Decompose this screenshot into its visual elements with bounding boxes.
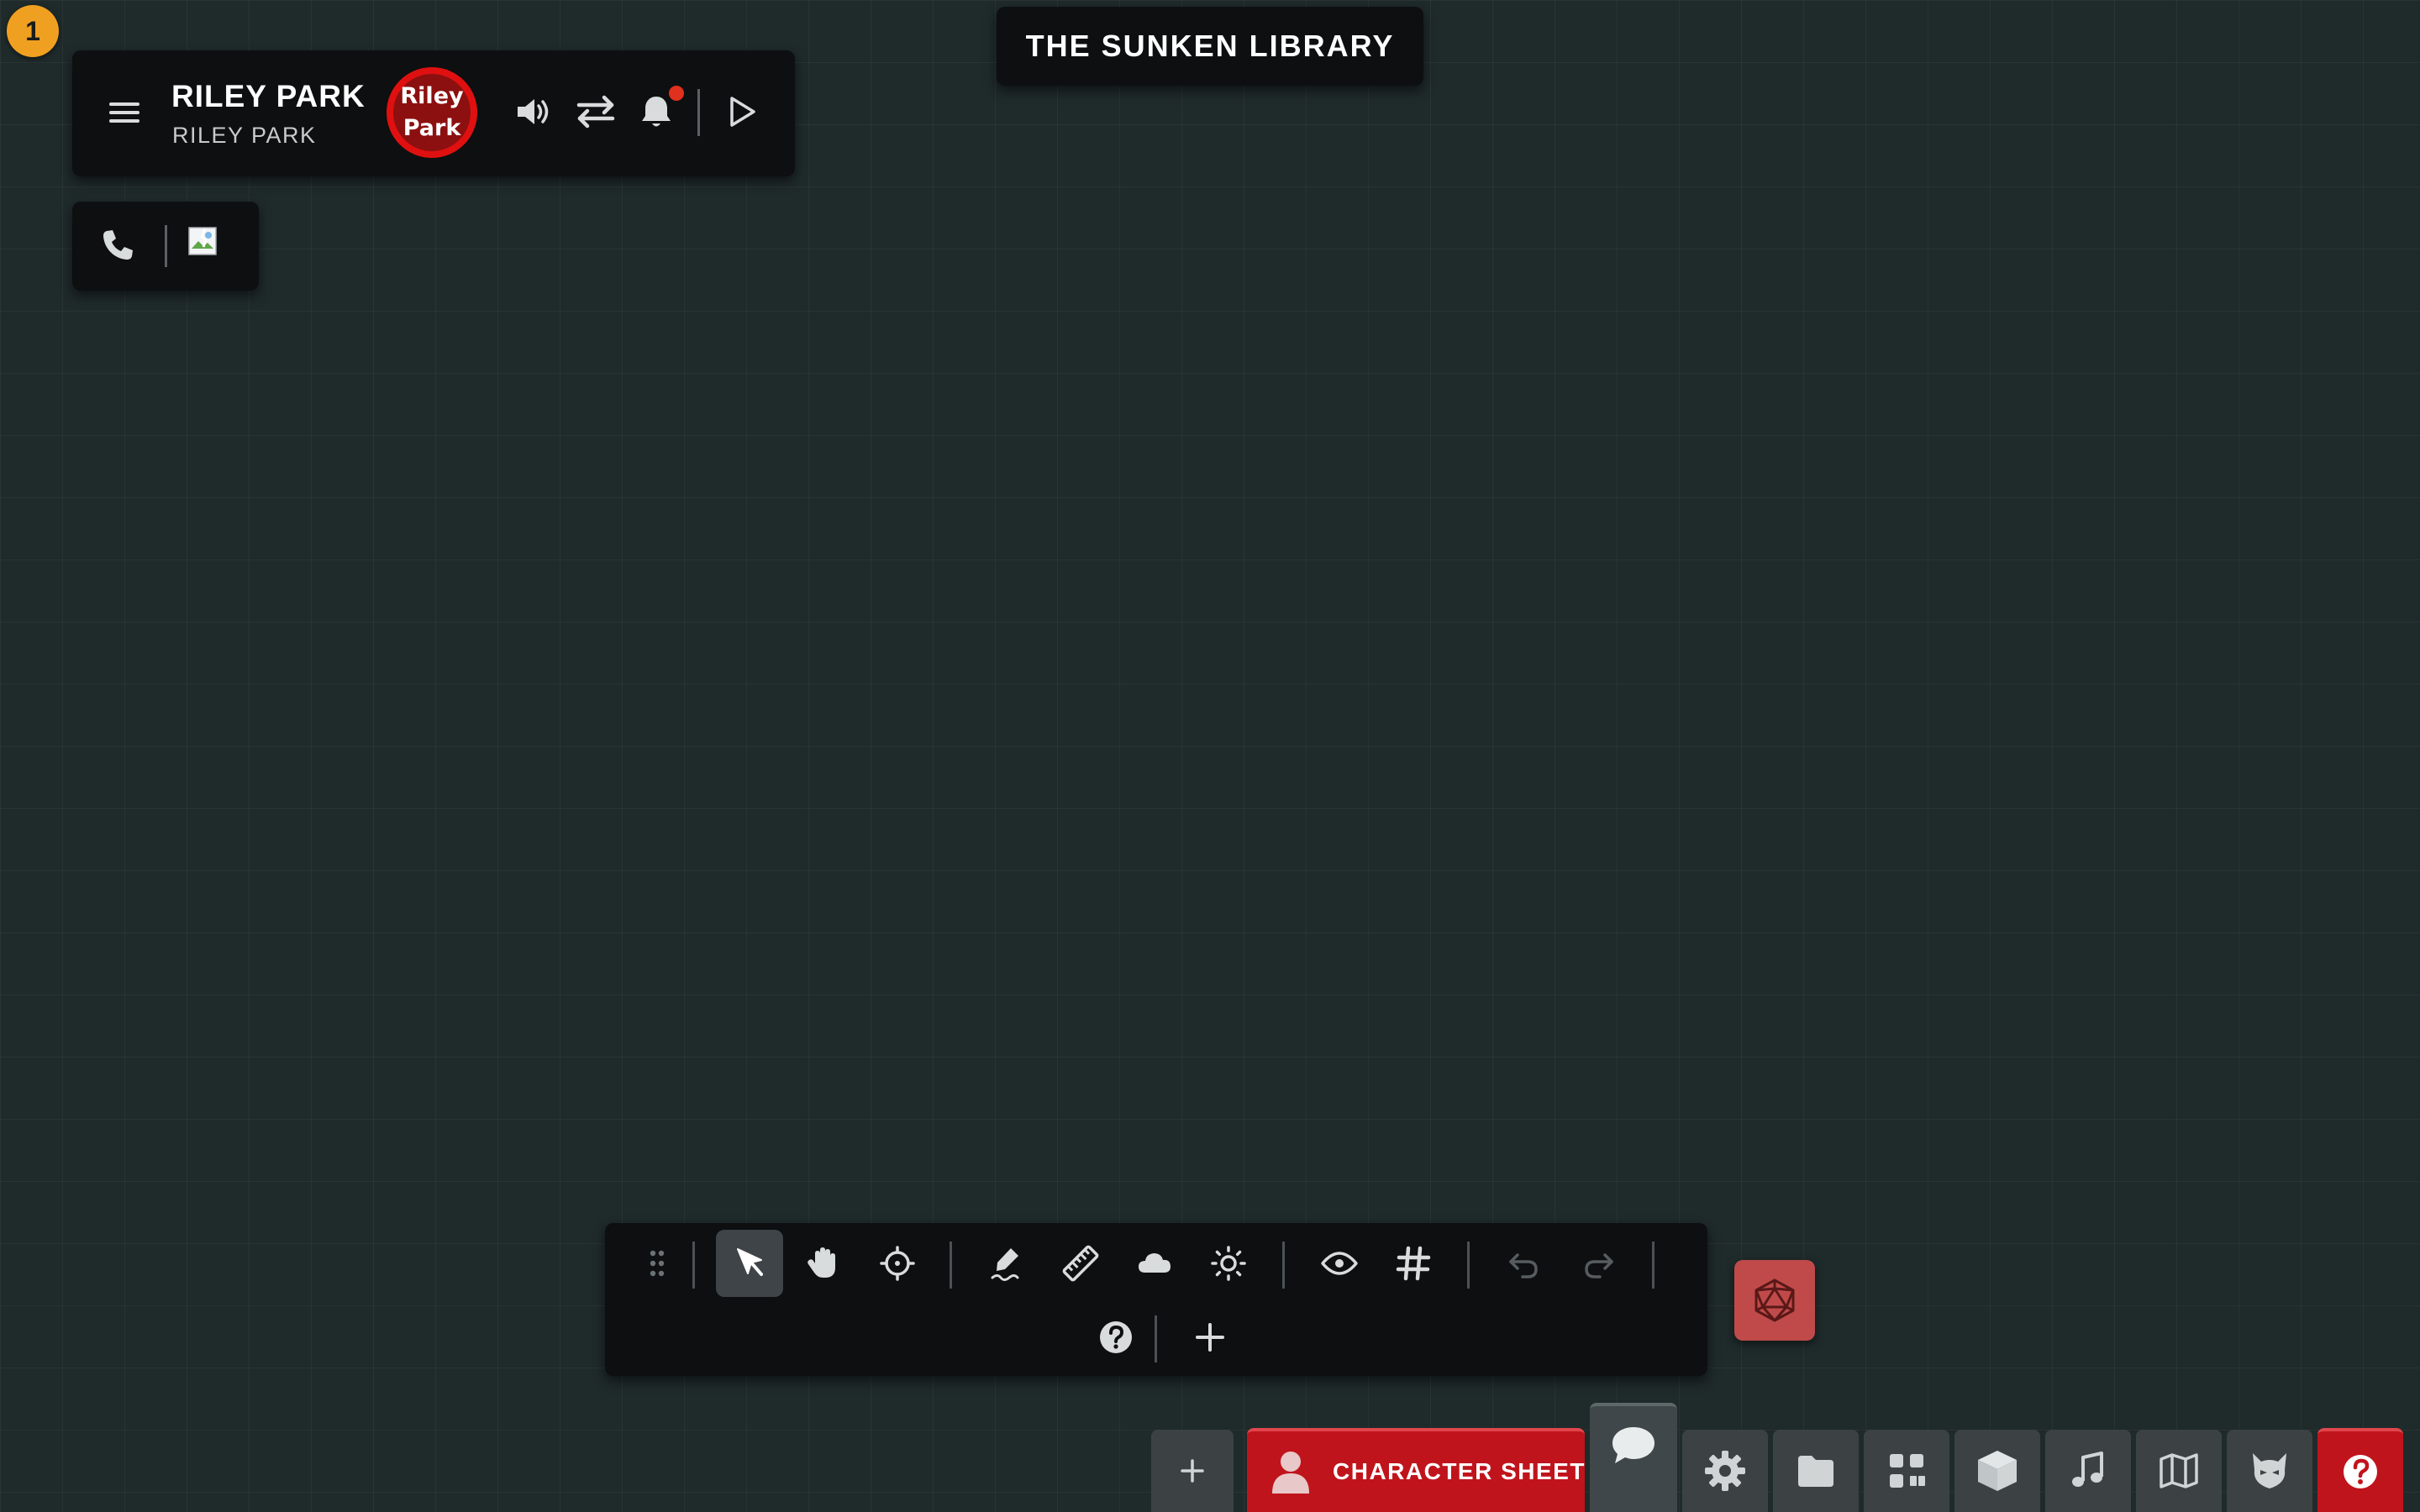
- vision-eye-icon[interactable]: [1306, 1230, 1373, 1297]
- player-name: RILEY PARK: [171, 79, 366, 113]
- avatar[interactable]: Riley Park: [387, 67, 477, 158]
- monster-mask-icon: [2253, 1453, 2286, 1488]
- maps-button[interactable]: [2136, 1430, 2222, 1512]
- drag-handle-icon[interactable]: [623, 1230, 691, 1297]
- divider: [1467, 1242, 1470, 1289]
- map-icon: [2160, 1453, 2198, 1488]
- files-button[interactable]: [1773, 1430, 1859, 1512]
- dice-roller-button[interactable]: [1734, 1260, 1815, 1341]
- 3d-dice-button[interactable]: [1954, 1430, 2040, 1512]
- undo-icon[interactable]: [1491, 1230, 1558, 1297]
- divider: [692, 1242, 695, 1289]
- divider: [950, 1242, 952, 1289]
- creatures-button[interactable]: [2227, 1430, 2312, 1512]
- avatar-text-line2: Park: [402, 115, 461, 141]
- chat-tab[interactable]: [1590, 1403, 1677, 1512]
- player-subtitle: RILEY PARK: [172, 123, 317, 148]
- fog-cloud-icon[interactable]: [1121, 1230, 1188, 1297]
- menu-icon[interactable]: [104, 92, 145, 133]
- phone-icon[interactable]: [97, 227, 136, 265]
- divider: [1155, 1315, 1157, 1362]
- measure-ruler-icon[interactable]: [1047, 1230, 1114, 1297]
- add-tab-button[interactable]: [1151, 1430, 1234, 1512]
- player-count-badge[interactable]: 1: [7, 5, 59, 57]
- select-pointer-icon[interactable]: [716, 1230, 783, 1297]
- chat-bubble-icon: [1610, 1425, 1657, 1467]
- gear-icon: [1705, 1451, 1745, 1491]
- broken-image-icon[interactable]: [188, 227, 217, 255]
- d20-icon: [1754, 1278, 1795, 1322]
- redo-icon[interactable]: [1565, 1230, 1632, 1297]
- play-icon[interactable]: [719, 89, 765, 134]
- music-note-icon: [2072, 1452, 2103, 1487]
- character-sheet-button[interactable]: CHARACTER SHEET: [1247, 1428, 1585, 1512]
- scene-title: THE SUNKEN LIBRARY: [997, 7, 1423, 86]
- character-sheet-label: CHARACTER SHEET: [1333, 1458, 1586, 1484]
- person-icon: [1269, 1448, 1313, 1495]
- player-panel: RILEY PARK RILEY PARK Riley Park: [72, 50, 795, 176]
- divider: [697, 89, 700, 136]
- add-tool-icon[interactable]: [1176, 1304, 1244, 1371]
- grid-hash-icon[interactable]: [1380, 1230, 1447, 1297]
- light-sun-icon[interactable]: [1195, 1230, 1262, 1297]
- question-circle-icon: [2344, 1455, 2377, 1488]
- divider: [1282, 1242, 1285, 1289]
- speaker-icon[interactable]: [509, 89, 555, 134]
- settings-button[interactable]: [1682, 1430, 1768, 1512]
- notification-dot: [669, 86, 684, 101]
- apps-grid-icon: [1890, 1454, 1925, 1488]
- avatar-text-line1: Riley: [400, 83, 464, 109]
- divider: [165, 225, 167, 267]
- swap-icon[interactable]: [573, 89, 618, 134]
- help-icon[interactable]: [1082, 1304, 1150, 1371]
- tools-toolbar: [605, 1223, 1707, 1376]
- music-button[interactable]: [2045, 1430, 2131, 1512]
- call-panel: [72, 202, 259, 291]
- apps-button[interactable]: [1864, 1430, 1949, 1512]
- plus-icon: [1181, 1459, 1204, 1483]
- draw-marker-icon[interactable]: [973, 1230, 1040, 1297]
- help-button[interactable]: [2317, 1428, 2403, 1512]
- target-crosshair-icon[interactable]: [864, 1230, 931, 1297]
- cube-icon: [1978, 1451, 2017, 1491]
- pan-hand-icon[interactable]: [790, 1230, 857, 1297]
- divider: [1652, 1242, 1655, 1289]
- folder-icon: [1798, 1456, 1833, 1487]
